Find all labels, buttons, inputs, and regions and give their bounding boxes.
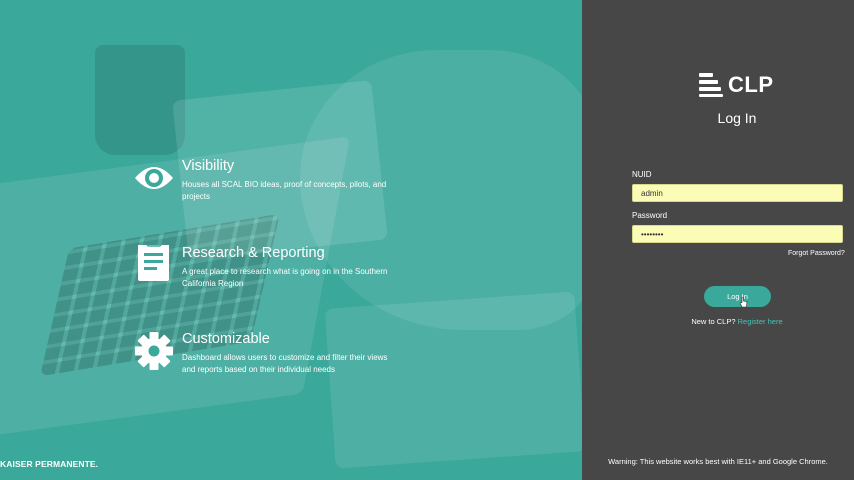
eye-icon bbox=[134, 158, 174, 198]
feature-description: A great place to research what is going … bbox=[182, 267, 388, 288]
password-field[interactable] bbox=[632, 225, 843, 243]
hero-panel: Visibility Houses all SCAL BIO ideas, pr… bbox=[0, 0, 582, 480]
logo-text: CLP bbox=[728, 72, 774, 97]
clp-logo: CLP bbox=[699, 72, 779, 97]
register-prompt: New to CLP? bbox=[691, 317, 736, 326]
login-button[interactable]: Log In bbox=[704, 286, 771, 307]
forgot-password-link[interactable]: Forgot Password? bbox=[788, 250, 845, 257]
gear-icon bbox=[134, 331, 174, 371]
nuid-label: NUID bbox=[632, 170, 652, 179]
feature-description: Houses all SCAL BIO ideas, proof of conc… bbox=[182, 180, 387, 201]
pointer-cursor-icon bbox=[739, 294, 748, 308]
login-panel: CLP Log In NUID Password Forgot Password… bbox=[582, 0, 854, 480]
kaiser-permanente-logo: KAISER PERMANENTE. bbox=[0, 459, 99, 469]
nuid-field[interactable] bbox=[632, 184, 843, 202]
feature-title: Research & Reporting bbox=[182, 245, 325, 261]
feature-title: Customizable bbox=[182, 331, 270, 347]
background-cup bbox=[95, 45, 185, 155]
menu-bars-icon bbox=[699, 73, 723, 97]
password-label: Password bbox=[632, 211, 668, 220]
browser-warning: Warning: This website works best with IE… bbox=[608, 457, 828, 466]
register-link[interactable]: Register here bbox=[738, 317, 783, 326]
login-title: Log In bbox=[717, 110, 757, 126]
feature-title: Visibility bbox=[182, 158, 235, 174]
background-sheet bbox=[324, 291, 582, 469]
feature-description: Dashboard allows users to customize and … bbox=[182, 353, 388, 374]
clipboard-icon bbox=[134, 238, 174, 285]
register-row: New to CLP? Register here bbox=[582, 317, 854, 326]
